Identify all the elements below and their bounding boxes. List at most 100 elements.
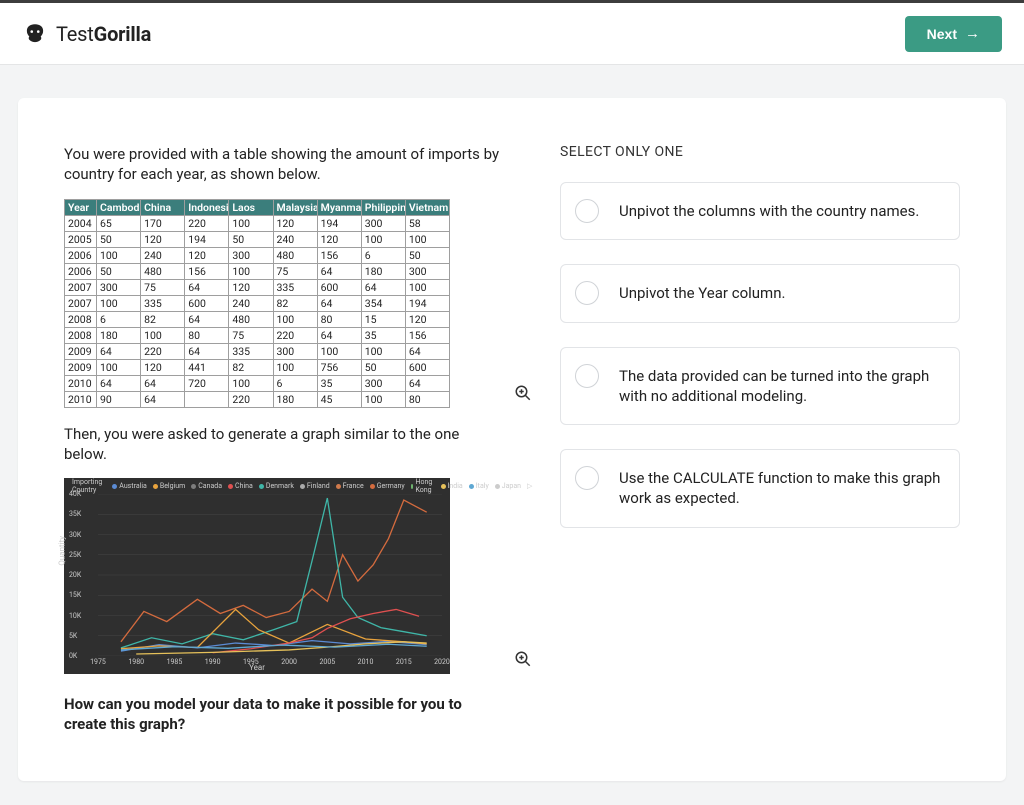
table-row: 2008682644801008015120 <box>65 311 450 327</box>
table-row: 2006504801561007564180300 <box>65 263 450 279</box>
table-figure: YearCambodiaChinaIndonesiaLaosMalaysiaMy… <box>64 199 504 408</box>
table-header: Cambodia <box>97 199 141 215</box>
question-prompt: How can you model your data to make it p… <box>64 694 504 735</box>
quantity-chart: Importing CountryAustraliaBelgiumCanadaC… <box>64 478 450 674</box>
logo: TestGorilla <box>22 21 151 47</box>
after-table-paragraph: Then, you were asked to generate a graph… <box>64 424 504 465</box>
table-row: 20091001204418210075650600 <box>65 359 450 375</box>
legend-item: Canada <box>191 482 222 490</box>
legend-dot-icon <box>112 484 117 489</box>
legend-item: Finland <box>300 482 330 490</box>
table-header: Year <box>65 199 97 215</box>
option-label: Unpivot the columns with the country nam… <box>619 202 919 220</box>
option-label: The data provided can be turned into the… <box>619 367 929 405</box>
table-row: 20071003356002408264354194 <box>65 295 450 311</box>
next-button-label: Next <box>927 26 957 42</box>
table-header: Laos <box>229 199 273 215</box>
legend-dot-icon <box>411 484 414 489</box>
option-2[interactable]: Unpivot the Year column. <box>560 264 960 322</box>
radio-icon <box>575 364 599 388</box>
radio-icon <box>575 199 599 223</box>
series-line <box>121 500 427 642</box>
options-list: Unpivot the columns with the country nam… <box>560 182 960 528</box>
table-header: Vietnam <box>405 199 449 215</box>
legend-item: China <box>228 482 253 490</box>
legend-dot-icon <box>300 484 305 489</box>
chart-figure: Importing CountryAustraliaBelgiumCanadaC… <box>64 478 504 674</box>
legend-dot-icon <box>441 484 446 489</box>
next-button[interactable]: Next → <box>905 16 1002 52</box>
top-bar: TestGorilla Next → <box>0 0 1024 64</box>
table-row: 200818010080752206435156 <box>65 327 450 343</box>
answer-panel: SELECT ONLY ONE Unpivot the columns with… <box>560 144 960 735</box>
legend-dot-icon <box>495 484 500 489</box>
legend-dot-icon <box>370 484 375 489</box>
answer-instruction: SELECT ONLY ONE <box>560 144 960 160</box>
x-tick: 1985 <box>167 658 183 666</box>
y-tick: 10K <box>69 612 81 620</box>
logo-text: TestGorilla <box>56 22 151 46</box>
legend-dot-icon <box>228 484 233 489</box>
legend-item: India <box>441 482 463 490</box>
imports-table: YearCambodiaChinaIndonesiaLaosMalaysiaMy… <box>64 199 450 408</box>
zoom-icon[interactable] <box>514 384 532 402</box>
option-4[interactable]: Use the CALCULATE function to make this … <box>560 449 960 528</box>
y-tick: 30K <box>69 531 81 539</box>
zoom-icon[interactable] <box>514 650 532 668</box>
option-label: Unpivot the Year column. <box>619 284 785 302</box>
option-1[interactable]: Unpivot the columns with the country nam… <box>560 182 960 240</box>
y-tick: 25K <box>69 551 81 559</box>
x-tick: 2000 <box>281 658 297 666</box>
legend-item: Germany <box>370 482 405 490</box>
legend-dot-icon <box>259 484 264 489</box>
gorilla-head-icon <box>22 21 48 47</box>
plot-area <box>98 494 442 656</box>
y-axis-label: Quantity <box>58 536 67 566</box>
x-tick: 2005 <box>319 658 335 666</box>
x-tick: 2015 <box>396 658 412 666</box>
radio-icon <box>575 466 599 490</box>
table-header: Indonesia <box>185 199 229 215</box>
x-axis-label: Year <box>249 663 265 672</box>
legend-dot-icon <box>336 484 341 489</box>
table-row: 2010646472010063530064 <box>65 375 450 391</box>
table-row: 20055012019450240120100100 <box>65 231 450 247</box>
legend-dot-icon <box>469 484 474 489</box>
y-tick: 0K <box>69 652 77 660</box>
table-row: 2007300756412033560064100 <box>65 279 450 295</box>
table-row: 2006100240120300480156650 <box>65 247 450 263</box>
legend-item: Hong Kong <box>411 478 435 494</box>
legend-item: Australia <box>112 482 147 490</box>
legend-item: Japan <box>495 482 521 490</box>
y-tick: 15K <box>69 591 81 599</box>
arrow-right-icon: → <box>965 26 980 41</box>
legend-more-icon[interactable]: ▷ <box>527 482 532 490</box>
y-tick: 35K <box>69 510 81 518</box>
option-3[interactable]: The data provided can be turned into the… <box>560 347 960 426</box>
legend-item: France <box>336 482 364 490</box>
series-line <box>121 498 427 648</box>
x-tick: 2010 <box>358 658 374 666</box>
option-label: Use the CALCULATE function to make this … <box>619 469 940 507</box>
x-tick: 1980 <box>128 658 144 666</box>
x-tick: 2020 <box>434 658 450 666</box>
y-tick: 5K <box>69 632 77 640</box>
legend-dot-icon <box>153 484 158 489</box>
radio-icon <box>575 281 599 305</box>
legend-dot-icon <box>191 484 196 489</box>
table-header: Malaysia <box>273 199 317 215</box>
chart-legend: Importing CountryAustraliaBelgiumCanadaC… <box>72 481 432 491</box>
legend-item: Belgium <box>153 482 185 490</box>
table-row: 2009642206433530010010064 <box>65 343 450 359</box>
x-tick: 1975 <box>90 658 106 666</box>
y-tick: 20K <box>69 571 81 579</box>
x-tick: 1990 <box>205 658 221 666</box>
question-card: You were provided with a table showing t… <box>18 98 1006 781</box>
table-row: 20046517022010012019430058 <box>65 215 450 231</box>
legend-item: Denmark <box>259 482 294 490</box>
intro-paragraph: You were provided with a table showing t… <box>64 144 504 185</box>
question-content: You were provided with a table showing t… <box>64 144 504 735</box>
table-header: Myanmar <box>317 199 361 215</box>
page-body: You were provided with a table showing t… <box>0 64 1024 805</box>
legend-item: Italy <box>469 482 489 490</box>
